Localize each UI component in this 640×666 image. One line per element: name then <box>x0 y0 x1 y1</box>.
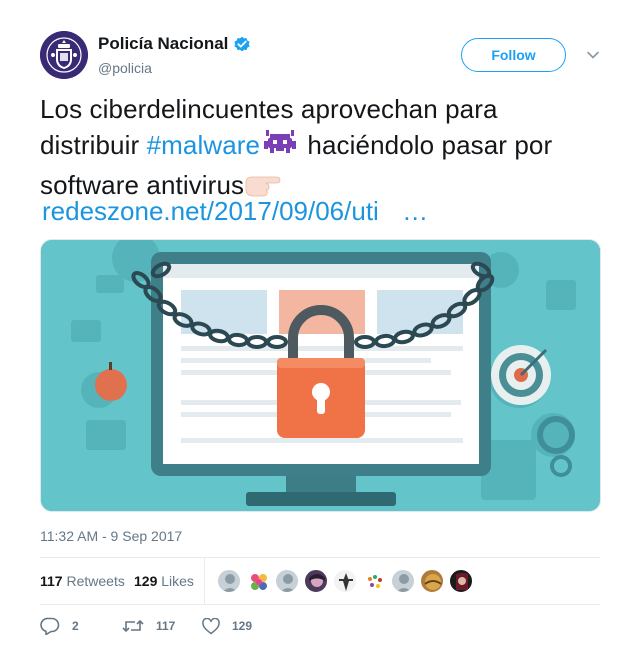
account-handle[interactable]: @policia <box>98 60 152 76</box>
name-row[interactable]: Policía Nacional <box>98 34 251 54</box>
tweet-stats: 117 Retweets 129 Likes <box>40 557 600 605</box>
retweet-count: 117 <box>156 619 176 633</box>
tweet-timestamp[interactable]: 11:32 AM - 9 Sep 2017 <box>40 528 182 544</box>
space-invader-icon <box>260 128 300 167</box>
avatar[interactable] <box>217 569 241 593</box>
avatar[interactable] <box>275 569 299 593</box>
tweet-url-link[interactable]: redeszone.net/2017/09/06/uti <box>42 196 379 226</box>
avatar[interactable] <box>40 31 88 79</box>
retweet-button[interactable]: 117 <box>122 616 175 636</box>
tweet-text: Los ciberdelincuentes aprovechan para di… <box>40 91 600 207</box>
avatar[interactable] <box>449 569 473 593</box>
heart-icon <box>202 617 220 634</box>
retweets-label: Retweets <box>66 573 125 589</box>
retweets-stat[interactable]: 117 Retweets <box>40 573 125 589</box>
target-decoration <box>491 345 551 405</box>
hashtag-link[interactable]: #malware <box>147 130 261 160</box>
likes-count: 129 <box>134 573 158 589</box>
retweets-count: 117 <box>40 573 63 589</box>
reply-icon <box>40 617 60 635</box>
like-count: 129 <box>232 619 253 633</box>
follow-button[interactable]: Follow <box>461 38 566 72</box>
stats-divider <box>204 558 205 604</box>
reply-count: 2 <box>72 619 79 633</box>
verified-badge-icon <box>233 35 251 53</box>
like-button[interactable]: 129 <box>202 616 252 636</box>
tweet-actions: 2 117 129 <box>40 616 600 638</box>
locked-computer-illustration <box>41 240 600 511</box>
tweet-header: Policía Nacional @policia Follow <box>40 31 600 81</box>
tweet-url-ellipsis[interactable]: … <box>402 196 428 226</box>
avatar[interactable] <box>246 569 270 593</box>
avatar[interactable] <box>420 569 444 593</box>
avatar[interactable] <box>362 569 386 593</box>
retweet-icon <box>122 619 144 633</box>
tweet-link-line: redeszone.net/2017/09/06/uti … <box>42 196 428 227</box>
tweet-media-image[interactable] <box>40 239 601 512</box>
police-badge-icon <box>40 31 88 79</box>
likes-stat[interactable]: 129 Likes <box>134 573 194 589</box>
avatar[interactable] <box>391 569 415 593</box>
reply-button[interactable]: 2 <box>40 616 79 636</box>
chevron-down-icon[interactable] <box>585 47 601 63</box>
avatar[interactable] <box>304 569 328 593</box>
likes-label: Likes <box>161 573 194 589</box>
display-name[interactable]: Policía Nacional <box>98 34 228 54</box>
avatar[interactable] <box>333 569 357 593</box>
